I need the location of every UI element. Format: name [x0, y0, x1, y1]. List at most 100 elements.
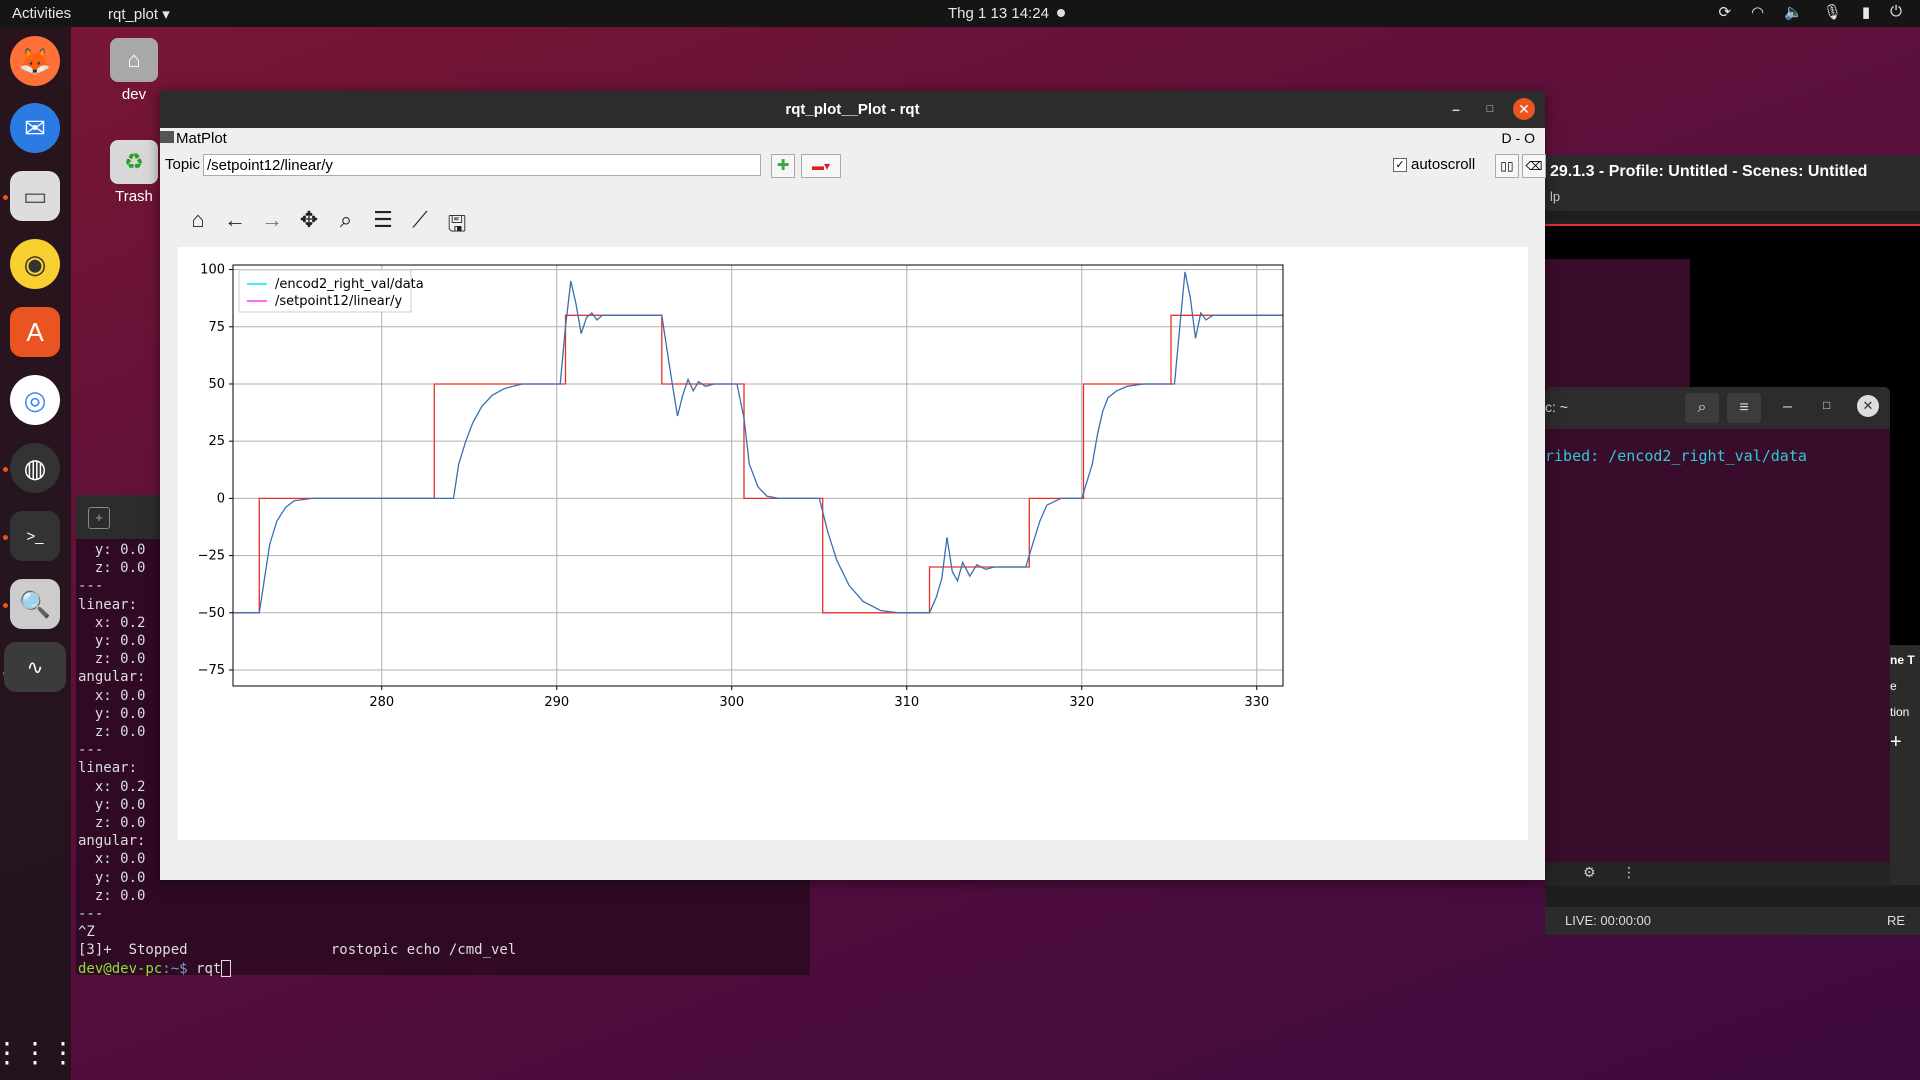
obs-side-panel: ne T e tion +	[1890, 645, 1920, 885]
zoom-icon[interactable]: ⌕	[333, 207, 359, 245]
topic-input[interactable]: /setpoint12/linear/y	[203, 154, 761, 176]
system-tray[interactable]: ⟳ ◠ 🔈 🎙 ▮ ⏻	[1718, 3, 1902, 21]
mic-icon[interactable]: 🎙	[1823, 3, 1842, 21]
remove-topic-button[interactable]: ▬▾	[801, 154, 841, 178]
notification-dot	[1057, 9, 1065, 17]
terminal-line: x: 0.2	[94, 614, 146, 631]
terminal-line: y: 0.0	[94, 705, 146, 722]
rqt-title: rqt_plot__Plot - rqt	[785, 101, 920, 118]
software-icon[interactable]: A	[10, 307, 60, 357]
terminal-line: y: 0.0	[94, 796, 146, 813]
firefox-icon[interactable]: 🦊	[10, 36, 60, 86]
add-topic-button[interactable]: ✚	[771, 154, 795, 178]
prompt-user: dev@dev-pc	[78, 960, 163, 977]
terminal-line: x: 0.2	[94, 778, 146, 795]
app-menu[interactable]: rqt_plot ▾	[108, 5, 170, 23]
maximize-icon[interactable]: □	[1823, 398, 1830, 412]
plot-frame	[232, 264, 1284, 687]
topic-label: Topic	[165, 156, 201, 173]
obs-status-bar: LIVE: 00:00:00 RE	[1545, 907, 1920, 935]
top-bar: Activities rqt_plot ▾ Thg 1 13 14:24 ⟳ ◠…	[0, 0, 1920, 27]
minimize-icon[interactable]: –	[1783, 398, 1792, 416]
close-icon[interactable]: ✕	[1857, 395, 1879, 417]
sync-icon[interactable]: ⟳	[1718, 3, 1731, 21]
prompt-path: :~$	[162, 960, 197, 977]
forward-icon[interactable]: →	[259, 207, 285, 245]
terminal-line: z: 0.0	[94, 560, 146, 577]
new-tab-icon[interactable]: +	[88, 507, 110, 529]
running-indicator	[3, 467, 8, 472]
chrome-icon[interactable]: ◎	[10, 375, 60, 425]
rhythmbox-icon[interactable]: ◉	[10, 239, 60, 289]
plot-toolbar: ⌂ ← → ✥ ⌕ ☰ ⟋ 🖫	[185, 207, 470, 245]
app-grid-icon[interactable]: ⋮⋮⋮	[0, 1027, 77, 1077]
y-tick-label: −25	[198, 549, 225, 564]
terminal-line: linear:	[78, 596, 138, 613]
terminal-line: z: 0.0	[94, 651, 146, 668]
terminal-line: ---	[78, 578, 104, 595]
obs-side-label-2: e	[1890, 679, 1897, 693]
terminal-line: [3]+ Stopped rostopic echo /cmd_vel	[78, 942, 517, 959]
x-tick-label: 310	[894, 695, 919, 710]
clock[interactable]: Thg 1 13 14:24	[948, 5, 1049, 22]
series-line	[233, 314, 1283, 614]
activities-button[interactable]: Activities	[12, 5, 71, 22]
terminal-line: z: 0.0	[94, 724, 146, 741]
terminal-line: linear:	[78, 760, 138, 777]
terminal-line: x: 0.0	[94, 851, 146, 868]
obs-controls: ⚙ ⋮	[1545, 862, 1890, 886]
obs-menu[interactable]: lp	[1545, 189, 1920, 211]
x-tick-label: 320	[1069, 695, 1094, 710]
obs-title: 29.1.3 - Profile: Untitled - Scenes: Unt…	[1545, 155, 1920, 189]
battery-icon[interactable]: ▮	[1862, 3, 1870, 21]
prompt-command[interactable]: rqt	[196, 961, 221, 977]
obs-add-icon[interactable]: +	[1890, 719, 1920, 754]
minimize-icon[interactable]: –	[1445, 98, 1467, 120]
plot-area[interactable]: 280 290 300 310 320 330 100 75 50 25 0 −25 −50 −75/en…	[178, 247, 1528, 840]
x-tick-label: 280	[369, 695, 394, 710]
edit-curve-icon[interactable]: ⟋	[407, 207, 433, 245]
plugin-header: MatPlot D - O	[160, 128, 1545, 150]
clear-icon[interactable]: ⌫	[1522, 154, 1546, 178]
volume-icon[interactable]: 🔈	[1784, 3, 1803, 21]
obs-side-label-3: tion	[1890, 705, 1910, 719]
terminal-line: ^Z	[78, 924, 95, 941]
search-icon[interactable]: ⌕	[1685, 393, 1719, 423]
chart[interactable]: 280 290 300 310 320 330 100 75 50 25 0 −25 −50 −75/en…	[178, 247, 1528, 840]
close-icon[interactable]: ✕	[1513, 98, 1535, 120]
save-icon[interactable]: 🖫	[444, 207, 470, 245]
running-indicator	[3, 535, 8, 540]
y-tick-label: 100	[200, 263, 225, 278]
obs-icon[interactable]: ◍	[10, 443, 60, 493]
pause-icon[interactable]: ▯▯	[1495, 154, 1519, 178]
terminal-window-2: c: ~ ⌕ ≡ – □ ✕ ribed: /encod2_right_val/…	[1545, 387, 1890, 862]
rqt-window: rqt_plot__Plot - rqt – □ ✕ MatPlot D - O…	[160, 91, 1546, 880]
terminal-line: y: 0.0	[94, 869, 146, 886]
files-icon[interactable]: ▭	[10, 171, 60, 221]
rqt-titlebar: rqt_plot__Plot - rqt – □ ✕	[160, 91, 1545, 128]
thunderbird-icon[interactable]: ✉	[10, 103, 60, 153]
obs-timeline	[1545, 219, 1920, 226]
pan-icon[interactable]: ✥	[296, 207, 322, 245]
y-tick-label: 0	[217, 491, 225, 506]
home-icon[interactable]: ⌂	[185, 207, 211, 245]
wifi-icon[interactable]: ◠	[1751, 3, 1764, 21]
y-tick-label: 75	[208, 320, 225, 335]
terminal-icon[interactable]: >_	[10, 511, 60, 561]
obs-side-label-1: ne T	[1890, 653, 1915, 667]
autoscroll-checkbox[interactable]: ✓	[1393, 158, 1407, 172]
back-icon[interactable]: ←	[222, 207, 248, 245]
terminal-line: z: 0.0	[94, 887, 146, 904]
more-icon[interactable]: ⋮	[1622, 864, 1636, 881]
plugin-controls[interactable]: D - O	[1502, 130, 1535, 146]
menu-icon[interactable]: ≡	[1727, 393, 1761, 423]
rqt-monitor-icon[interactable]: ∿	[4, 642, 66, 692]
gear-icon[interactable]: ⚙	[1583, 864, 1596, 881]
power-icon[interactable]: ⏻	[1890, 3, 1902, 21]
maximize-icon[interactable]: □	[1479, 98, 1501, 120]
autoscroll-label: autoscroll	[1411, 156, 1476, 173]
search-app-icon[interactable]: 🔍	[10, 579, 60, 629]
configure-icon[interactable]: ☰	[370, 207, 396, 245]
plugin-title: MatPlot	[176, 130, 227, 147]
dock: 🦊 ✉ ▭ ◉ A ◎ ◍ >_ 🔍 ∿ ⋮⋮⋮	[0, 27, 77, 1080]
